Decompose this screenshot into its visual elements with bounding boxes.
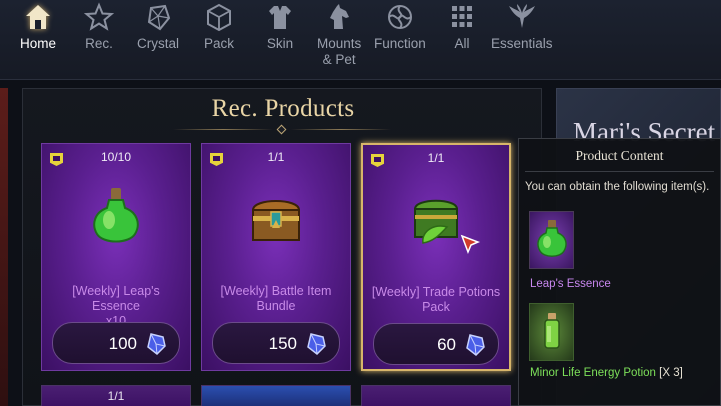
panel-title: Rec. Products (211, 95, 355, 122)
nav-crystal[interactable]: Crystal (137, 2, 179, 52)
nav-rec[interactable]: Rec. (84, 2, 114, 52)
price-button[interactable]: 150 (212, 322, 340, 364)
nav-function[interactable]: Function (374, 2, 426, 52)
home-icon (26, 5, 50, 29)
skin-icon (269, 6, 291, 29)
price-button[interactable]: 60 (373, 323, 499, 365)
product-content-tooltip: Product Content You can obtain the follo… (518, 138, 721, 406)
nav-essentials[interactable]: Essentials (491, 2, 553, 52)
price-button[interactable]: 100 (52, 322, 180, 364)
nav-home[interactable]: Home (20, 2, 56, 52)
blue-crystal-icon (307, 333, 326, 355)
nav-mounts-label-2: & Pet (322, 52, 356, 67)
nav-mounts-pet[interactable]: Mounts & Pet (317, 2, 361, 68)
product-card-next-2[interactable] (201, 385, 351, 406)
horse-icon (330, 4, 350, 29)
green-potion-icon (537, 220, 567, 257)
tooltip-divider (525, 171, 714, 172)
tooltip-description: You can obtain the following item(s). (525, 181, 710, 193)
treasure-chest-icon (251, 200, 301, 241)
blue-crystal-icon (147, 333, 166, 355)
pack-icon (207, 3, 231, 32)
item-name-leaps-essence: Leap's Essence (530, 278, 611, 290)
left-banner-edge (0, 88, 8, 406)
product-card-trade-potions-pack[interactable]: 1/1 [Weekly] Trade Potions Pack 60 (361, 143, 511, 371)
product-card-battle-item-bundle[interactable]: 1/1 [Weekly] Battle Item Bundle 150 (201, 143, 351, 371)
purchase-limit: 1/1 (107, 389, 125, 403)
item-name-minor-life-energy-potion: Minor Life Energy Potion [X 3] (530, 367, 683, 379)
product-card-next-1[interactable]: 1/1 (41, 385, 191, 406)
star-icon (84, 2, 114, 31)
green-potion-icon (93, 188, 139, 243)
nav-skin[interactable]: Skin (265, 2, 295, 52)
purchase-limit: 1/1 (427, 151, 445, 165)
title-ornament-left (173, 129, 273, 130)
rec-products-panel: Rec. Products 10/10 [Weekly] Leap's Esse… (22, 88, 542, 406)
nav-mounts-label-1: Mounts (317, 36, 362, 51)
wings-icon (508, 4, 535, 28)
crystal-icon (147, 4, 171, 31)
top-navigation: Home Rec. Crystal Pack Skin Mounts & Pet… (0, 0, 721, 80)
grid-icon (452, 6, 472, 27)
tooltip-title: Product Content (575, 148, 664, 163)
product-card-leaps-essence[interactable]: 10/10 [Weekly] Leap's Essence x10 100 (41, 143, 191, 371)
item-slot-leaps-essence (529, 211, 574, 269)
cursor-pointer-icon (460, 234, 481, 255)
product-card-next-3[interactable] (361, 385, 511, 406)
item-quantity: [X 3] (659, 367, 683, 379)
product-name: [Weekly] Battle Item Bundle (220, 284, 332, 313)
title-ornament-right (291, 129, 391, 130)
item-slot-minor-life-energy-potion (529, 303, 574, 361)
purchase-limit: 10/10 (100, 150, 132, 164)
product-name: [Weekly] Trade Potions Pack (371, 285, 501, 314)
price-value: 60 (437, 335, 456, 354)
price-value: 150 (268, 334, 297, 353)
purchase-limit: 1/1 (267, 150, 285, 164)
nav-pack[interactable]: Pack (204, 2, 234, 52)
nav-all[interactable]: All (447, 2, 477, 52)
title-ornament-diamond (276, 124, 287, 135)
blue-crystal-icon (466, 334, 485, 356)
function-icon (387, 5, 412, 29)
small-potion-icon (544, 313, 560, 349)
price-value: 100 (108, 334, 137, 353)
